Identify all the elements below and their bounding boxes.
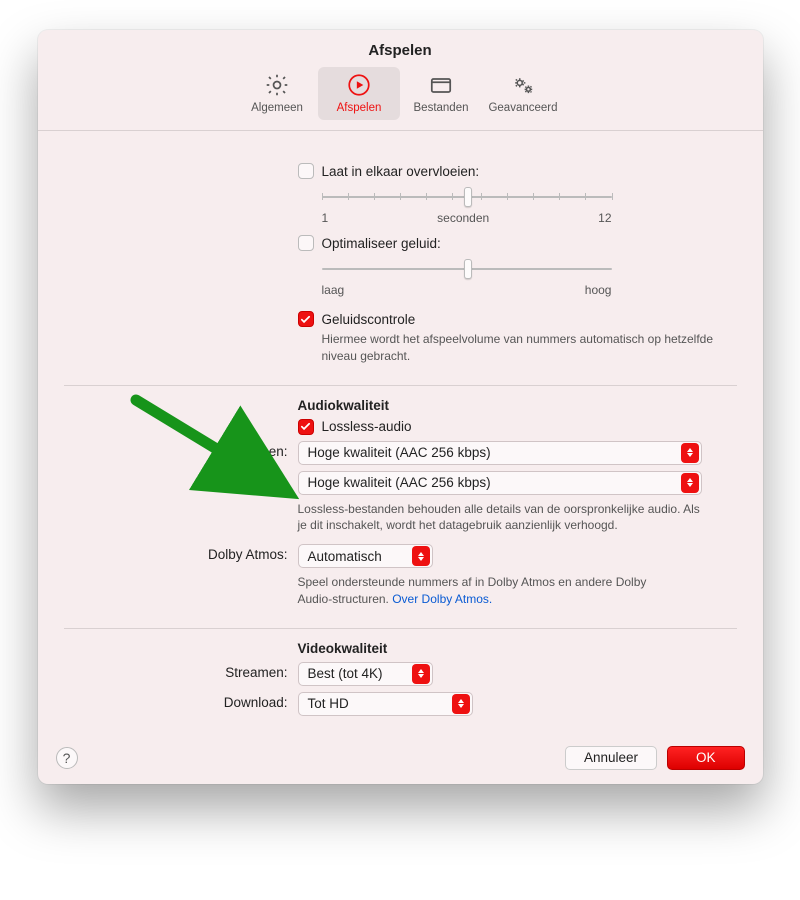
audio-stream-select[interactable]: Hoge kwaliteit (AAC 256 kbps)	[298, 441, 702, 465]
stream-label: Streamen:	[64, 441, 298, 459]
video-stream-label: Streamen:	[64, 662, 298, 680]
tab-label: Bestanden	[414, 102, 469, 114]
select-value: Best (tot 4K)	[308, 666, 412, 681]
crossfade-label: Laat in elkaar overvloeien:	[322, 164, 480, 179]
updown-icon	[412, 546, 430, 566]
tab-advanced[interactable]: Geavanceerd	[482, 67, 564, 120]
content: Laat in elkaar overvloeien: 1 seconden 1…	[38, 131, 763, 736]
play-circle-icon	[345, 71, 373, 99]
checkbox-checked-icon	[298, 311, 314, 327]
folder-icon	[427, 71, 455, 99]
updown-icon	[681, 473, 699, 493]
select-value: Hoge kwaliteit (AAC 256 kbps)	[308, 475, 681, 490]
video-stream-select[interactable]: Best (tot 4K)	[298, 662, 433, 686]
dolby-select[interactable]: Automatisch	[298, 544, 433, 568]
help-button[interactable]: ?	[56, 747, 78, 769]
slider-max: 12	[598, 211, 611, 225]
cancel-button[interactable]: Annuleer	[565, 746, 657, 770]
gears-icon	[509, 71, 537, 99]
dolby-help: Speel ondersteunde nummers af in Dolby A…	[298, 574, 678, 608]
lossless-label: Lossless-audio	[322, 419, 412, 434]
gear-icon	[263, 71, 291, 99]
tab-playback[interactable]: Afspelen	[318, 67, 400, 120]
section-playback-basic: Laat in elkaar overvloeien: 1 seconden 1…	[64, 155, 737, 385]
select-value: Automatisch	[308, 549, 412, 564]
preferences-window: Afspelen Algemeen Afspelen Bestanden Gea…	[38, 30, 763, 784]
select-value: Tot HD	[308, 696, 452, 711]
slider-min: 1	[322, 211, 329, 225]
equalizer-slider[interactable]	[322, 259, 612, 279]
slider-low: laag	[322, 283, 345, 297]
toolbar: Algemeen Afspelen Bestanden Geavanceerd	[38, 67, 763, 131]
tab-label: Afspelen	[337, 102, 382, 114]
dolby-label: Dolby Atmos:	[64, 544, 298, 562]
soundcheck-help: Hiermee wordt het afspeelvolume van numm…	[322, 331, 737, 365]
download-label: Download:	[64, 471, 298, 489]
ok-button[interactable]: OK	[667, 746, 745, 770]
updown-icon	[681, 443, 699, 463]
updown-icon	[412, 664, 430, 684]
soundcheck-checkbox[interactable]: Geluidscontrole	[298, 311, 737, 327]
dolby-link[interactable]: Over Dolby Atmos.	[392, 592, 492, 606]
crossfade-checkbox[interactable]: Laat in elkaar overvloeien:	[298, 163, 737, 179]
video-download-select[interactable]: Tot HD	[298, 692, 473, 716]
lossless-help: Lossless-bestanden behouden alle details…	[298, 501, 702, 535]
section-video-quality: Videokwaliteit Streamen: Best (tot 4K) D…	[64, 628, 737, 736]
footer: ? Annuleer OK	[38, 736, 763, 770]
section-audio-quality: Audiokwaliteit Lossless-audio Streamen: …	[64, 385, 737, 628]
video-quality-heading: Videokwaliteit	[298, 641, 388, 656]
slider-high: hoog	[585, 283, 612, 297]
audio-quality-heading: Audiokwaliteit	[298, 398, 390, 413]
tab-label: Algemeen	[251, 102, 303, 114]
equalizer-label: Optimaliseer geluid:	[322, 236, 441, 251]
soundcheck-label: Geluidscontrole	[322, 312, 416, 327]
lossless-checkbox[interactable]: Lossless-audio	[298, 419, 737, 435]
slider-mid: seconden	[437, 211, 489, 225]
tab-files[interactable]: Bestanden	[400, 67, 482, 120]
tab-general[interactable]: Algemeen	[236, 67, 318, 120]
select-value: Hoge kwaliteit (AAC 256 kbps)	[308, 445, 681, 460]
checkbox-icon	[298, 163, 314, 179]
tab-label: Geavanceerd	[488, 102, 557, 114]
video-download-label: Download:	[64, 692, 298, 710]
question-icon: ?	[63, 750, 71, 766]
checkbox-icon	[298, 235, 314, 251]
equalizer-checkbox[interactable]: Optimaliseer geluid:	[298, 235, 737, 251]
window-title: Afspelen	[38, 30, 763, 67]
audio-download-select[interactable]: Hoge kwaliteit (AAC 256 kbps)	[298, 471, 702, 495]
crossfade-slider[interactable]	[322, 187, 612, 207]
updown-icon	[452, 694, 470, 714]
checkbox-checked-icon	[298, 419, 314, 435]
